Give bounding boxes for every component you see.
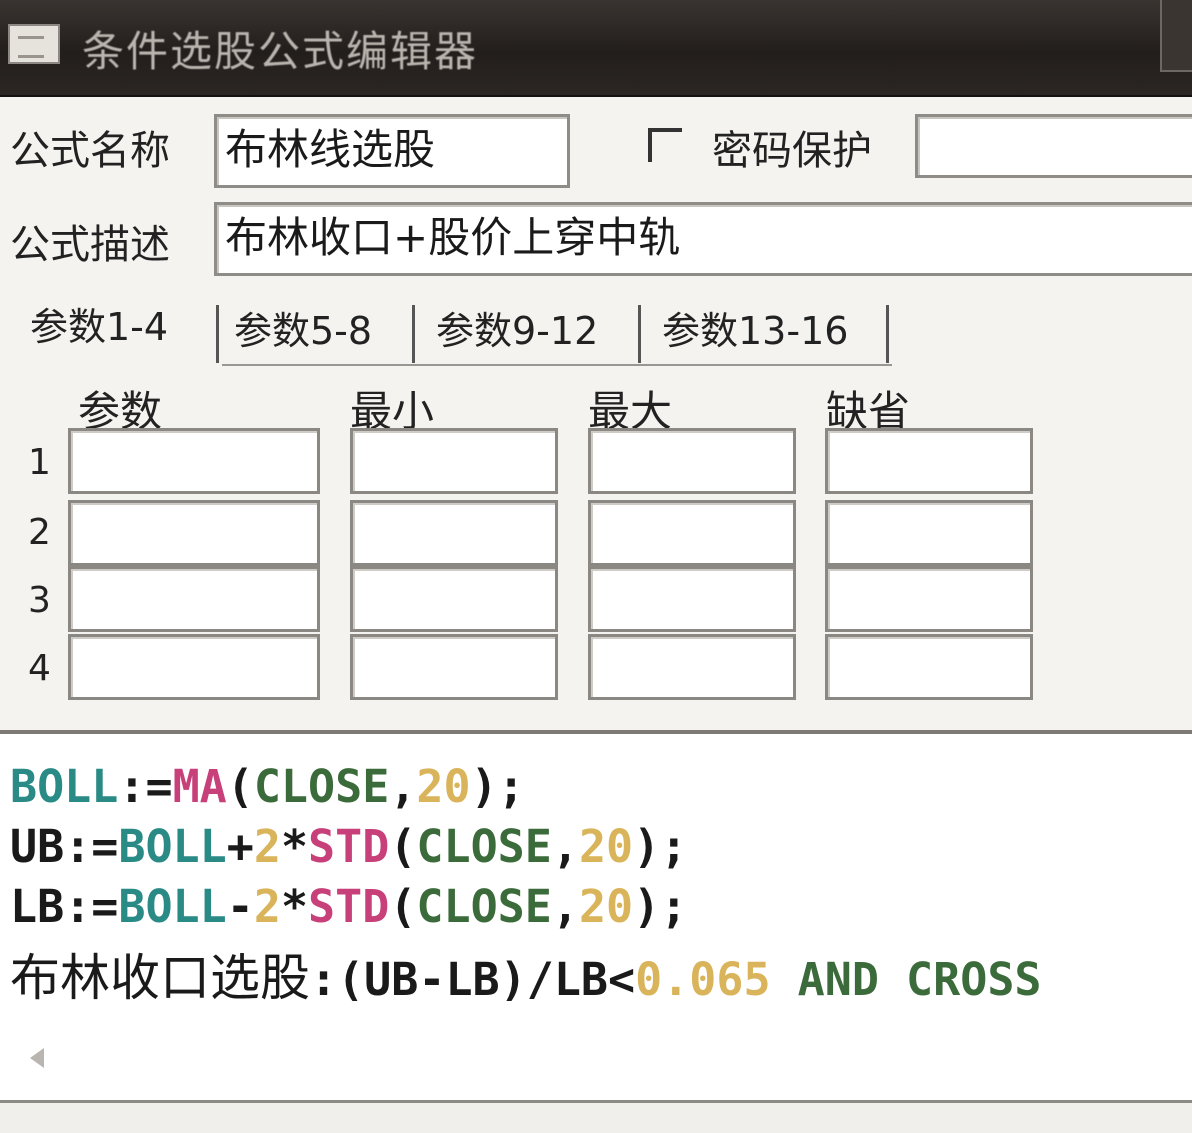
code-token: 20: [416, 760, 471, 813]
param-default-input[interactable]: [825, 500, 1033, 566]
row-number: 2: [28, 512, 51, 553]
param-max-input[interactable]: [588, 634, 796, 700]
window-title: 条件选股公式编辑器: [82, 27, 479, 76]
param-min-input[interactable]: [350, 566, 558, 632]
code-line-4: 布林收口选股:(UB-LB)/LB<0.065 AND CROSS: [10, 938, 1042, 1010]
tab-separator: [886, 305, 889, 363]
code-token: 20: [578, 880, 634, 933]
code-token: MA: [172, 760, 227, 813]
tab-separator: [216, 305, 219, 363]
tab-params-13-16[interactable]: 参数13-16: [662, 300, 848, 355]
code-token: AND: [770, 953, 907, 1006]
code-token: :=: [118, 760, 173, 813]
status-bar: [0, 1100, 1192, 1133]
code-token: :=: [64, 820, 119, 873]
code-token: *: [280, 880, 309, 933]
tab-separator: [638, 305, 641, 363]
param-max-input[interactable]: [588, 428, 796, 494]
code-token: +: [226, 820, 254, 873]
param-min-input[interactable]: [350, 500, 558, 566]
param-name-input[interactable]: [68, 428, 320, 494]
password-input[interactable]: [915, 114, 1192, 178]
code-token: :(UB-LB)/LB<: [310, 953, 636, 1006]
code-token: ,: [389, 760, 417, 813]
code-token: STD: [308, 880, 390, 933]
formula-name-label: 公式名称: [10, 128, 170, 174]
code-line-1: BOLL:=MA(CLOSE,20);: [10, 760, 525, 813]
param-min-input[interactable]: [350, 634, 558, 700]
code-token: 布林收口选股: [10, 949, 310, 1007]
password-protect-label: 密码保护: [712, 128, 872, 174]
param-default-input[interactable]: [825, 566, 1033, 632]
row-number: 1: [28, 442, 51, 483]
param-max-input[interactable]: [588, 500, 796, 566]
title-bar: 条件选股公式编辑器: [0, 0, 1192, 97]
row-number: 4: [28, 648, 51, 689]
code-token: BOLL: [118, 820, 227, 873]
code-token: 20: [578, 820, 634, 873]
code-token: 2: [253, 880, 281, 933]
code-token: 0.065: [635, 953, 771, 1006]
scroll-left-arrow-icon[interactable]: [30, 1048, 44, 1068]
code-token: 2: [253, 820, 281, 873]
code-token: *: [280, 820, 309, 873]
code-line-2: UB:=BOLL+2*STD(CLOSE,20);: [10, 820, 687, 873]
code-token: LB: [10, 880, 65, 933]
code-token: :=: [64, 880, 119, 933]
code-token: );: [633, 820, 688, 873]
code-token: (: [226, 760, 254, 813]
param-min-input[interactable]: [350, 428, 558, 494]
param-default-input[interactable]: [825, 634, 1033, 700]
code-token: ,: [551, 820, 579, 873]
row-number: 3: [28, 580, 51, 621]
formula-desc-label: 公式描述: [10, 222, 170, 268]
code-token: (: [389, 820, 417, 873]
tab-params-1-4[interactable]: 参数1-4: [30, 296, 168, 351]
code-token: );: [633, 880, 688, 933]
param-max-input[interactable]: [588, 566, 796, 632]
code-token: CLOSE: [416, 820, 552, 873]
code-token: CLOSE: [253, 760, 390, 813]
code-token: -: [226, 880, 254, 933]
code-token: BOLL: [118, 880, 227, 933]
window-control-button[interactable]: [1160, 0, 1192, 72]
code-token: CLOSE: [416, 880, 552, 933]
tab-params-5-8[interactable]: 参数5-8: [234, 300, 372, 355]
formula-desc-input[interactable]: 布林收口+股价上穿中轨: [214, 202, 1192, 276]
param-default-input[interactable]: [825, 428, 1033, 494]
tab-separator: [412, 305, 415, 363]
tab-params-9-12[interactable]: 参数9-12: [436, 300, 598, 355]
code-token: (: [389, 880, 417, 933]
password-protect-checkbox[interactable]: [648, 128, 682, 162]
formula-name-input[interactable]: 布林线选股: [214, 114, 570, 188]
param-name-input[interactable]: [68, 566, 320, 632]
param-name-input[interactable]: [68, 500, 320, 566]
formula-code-editor[interactable]: BOLL:=MA(CLOSE,20); UB:=BOLL+2*STD(CLOSE…: [0, 730, 1192, 1104]
code-token: STD: [308, 820, 390, 873]
code-token: );: [470, 760, 525, 813]
code-line-3: LB:=BOLL-2*STD(CLOSE,20);: [10, 880, 687, 933]
tab-baseline: [222, 364, 892, 366]
code-token: BOLL: [10, 760, 119, 813]
code-token: UB: [10, 820, 65, 873]
code-token: ,: [551, 880, 579, 933]
param-name-input[interactable]: [68, 634, 320, 700]
code-token: CROSS: [906, 953, 1042, 1006]
app-icon: [8, 24, 60, 64]
